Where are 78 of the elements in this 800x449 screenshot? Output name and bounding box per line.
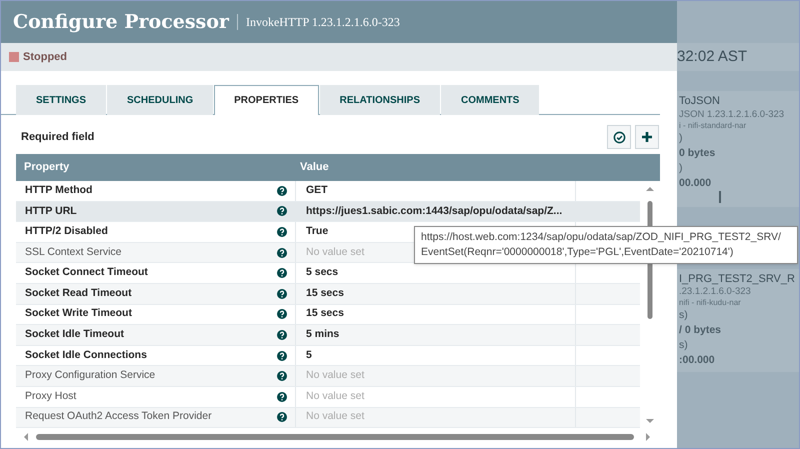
property-value: True (306, 224, 328, 240)
tab[interactable]: RELATIONSHIPS (320, 85, 440, 115)
help-icon[interactable] (277, 330, 287, 340)
property-name: Socket Idle Timeout (25, 327, 124, 342)
processor-stat: 0 bytes (679, 146, 716, 161)
property-row[interactable]: Socket Write Timeout 15 secs (16, 304, 640, 326)
help-icon[interactable] (277, 371, 287, 382)
property-value: 5 mins (306, 327, 340, 342)
help-icon[interactable] (277, 186, 287, 196)
help-icon[interactable] (277, 268, 287, 278)
processor-stat: ) (679, 130, 684, 146)
help-icon[interactable] (277, 309, 287, 320)
processor-bundle: nifi - nifi-kudu-nar (679, 298, 742, 308)
processor-stat: ) (679, 160, 684, 176)
property-row[interactable]: Proxy Host No value set (16, 386, 640, 408)
property-name: HTTP Method (25, 182, 92, 198)
check-circle-icon (612, 130, 626, 144)
property-row[interactable]: Socket Idle Connections 5 (16, 346, 640, 366)
property-name: Socket Write Timeout (25, 306, 132, 322)
tab[interactable]: PROPERTIES (214, 85, 319, 115)
property-value: 5 (306, 348, 312, 363)
property-value: No value set (306, 409, 364, 424)
property-value: GET (306, 182, 328, 198)
stopped-icon (9, 52, 19, 62)
dialog-title: Configure Processor (13, 10, 229, 35)
timestamp: 32:02 AST (677, 46, 748, 67)
processor-bundle: i - nifi-standard-nar (679, 120, 748, 131)
help-icon[interactable] (277, 248, 287, 258)
help-icon[interactable] (277, 206, 287, 216)
property-row[interactable]: Socket Read Timeout 15 secs (16, 284, 640, 305)
plus-icon (641, 131, 653, 143)
required-field-note: Required field (21, 130, 94, 145)
help-icon[interactable] (277, 412, 287, 422)
processor-version: JSON 1.23.1.2.1.6.0-323 (679, 108, 786, 121)
processor-stat: :00.000 (679, 353, 716, 368)
help-icon[interactable] (277, 226, 287, 237)
property-name: Socket Connect Timeout (25, 265, 148, 280)
processor-name: ToJSON (679, 95, 721, 109)
add-property-button[interactable] (635, 125, 659, 149)
property-name: Socket Read Timeout (25, 286, 132, 301)
property-name: Request OAuth2 Access Token Provider (25, 409, 212, 424)
property-row[interactable]: HTTP Method GET (16, 181, 640, 202)
verify-button[interactable] (607, 125, 631, 149)
tab[interactable]: SCHEDULING (107, 85, 214, 115)
property-name: Proxy Configuration Service (25, 368, 156, 384)
processor-name: I_PRG_TEST2_SRV_R (679, 272, 796, 286)
column-header: Property (23, 160, 70, 176)
property-row[interactable]: Socket Idle Timeout 5 mins (16, 325, 640, 346)
connection-line (719, 190, 721, 203)
processor-stat: s) (679, 338, 689, 354)
property-name: SSL Context Service (25, 244, 122, 260)
property-row[interactable]: HTTP URL https://jues1.sabic.com:1443/sap/opu/odata/sap/Z... (16, 202, 640, 222)
processor-version: .23.1.2.1.6.0-323 (679, 286, 752, 298)
property-name: HTTP/2 Disabled (25, 224, 108, 240)
tab[interactable]: SETTINGS (16, 85, 106, 115)
property-value: 15 secs (306, 306, 344, 322)
property-name: Proxy Host (25, 388, 76, 404)
property-row[interactable]: Proxy Configuration Service No value set (16, 366, 640, 387)
property-value: 5 secs (306, 265, 338, 280)
property-row[interactable]: Socket Connect Timeout 5 secs (16, 263, 640, 284)
property-name: HTTP URL (25, 204, 77, 219)
dialog-subtitle: InvokeHTTP 1.23.1.2.1.6.0-323 (246, 14, 400, 31)
processor-stat: 00.000 (679, 176, 712, 191)
tab[interactable]: COMMENTS (441, 85, 540, 115)
processor-stat: / 0 bytes (679, 323, 722, 338)
help-icon[interactable] (277, 350, 287, 361)
column-header: Value (299, 160, 329, 176)
property-name: Socket Idle Connections (25, 348, 147, 363)
help-icon[interactable] (277, 288, 287, 299)
property-value: No value set (306, 388, 364, 404)
help-icon[interactable] (277, 392, 287, 402)
property-value: 15 secs (306, 286, 344, 301)
property-row[interactable]: Request OAuth2 Access Token Provider No value set (16, 408, 640, 428)
property-value: No value set (306, 368, 364, 384)
processor-stat: s) (679, 308, 689, 324)
status-text: Stopped (23, 50, 67, 65)
property-value: https://jues1.sabic.com:1443/sap/opu/odata/sap/Z... (306, 204, 562, 219)
property-value: No value set (306, 244, 364, 260)
